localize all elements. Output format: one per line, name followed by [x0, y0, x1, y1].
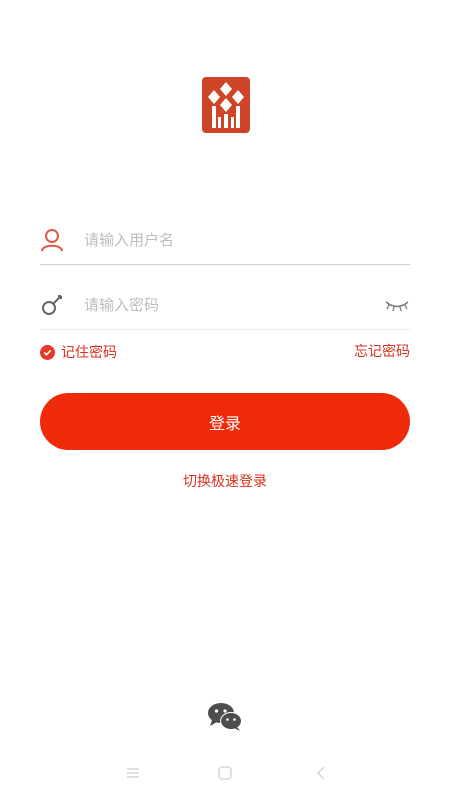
- password-input[interactable]: [84, 291, 364, 319]
- eye-closed-icon[interactable]: [384, 297, 410, 313]
- back-icon[interactable]: [313, 765, 329, 781]
- user-icon: [41, 229, 63, 252]
- forgot-password-link[interactable]: 忘记密码: [354, 342, 410, 362]
- bank-logo-icon: [202, 77, 250, 133]
- login-button[interactable]: 登录: [40, 393, 410, 450]
- menu-icon[interactable]: [125, 765, 141, 781]
- username-input[interactable]: [84, 226, 364, 254]
- remember-password-label: 记住密码: [61, 345, 117, 361]
- key-icon: [42, 295, 62, 315]
- check-circle-icon: [40, 344, 55, 360]
- home-icon[interactable]: [217, 765, 233, 781]
- remember-password-checkbox[interactable]: 记住密码: [40, 342, 117, 362]
- password-field: [40, 283, 410, 330]
- username-field: [40, 218, 410, 265]
- switch-quick-login-link[interactable]: 切换极速登录: [0, 472, 450, 492]
- wechat-icon[interactable]: [207, 702, 243, 732]
